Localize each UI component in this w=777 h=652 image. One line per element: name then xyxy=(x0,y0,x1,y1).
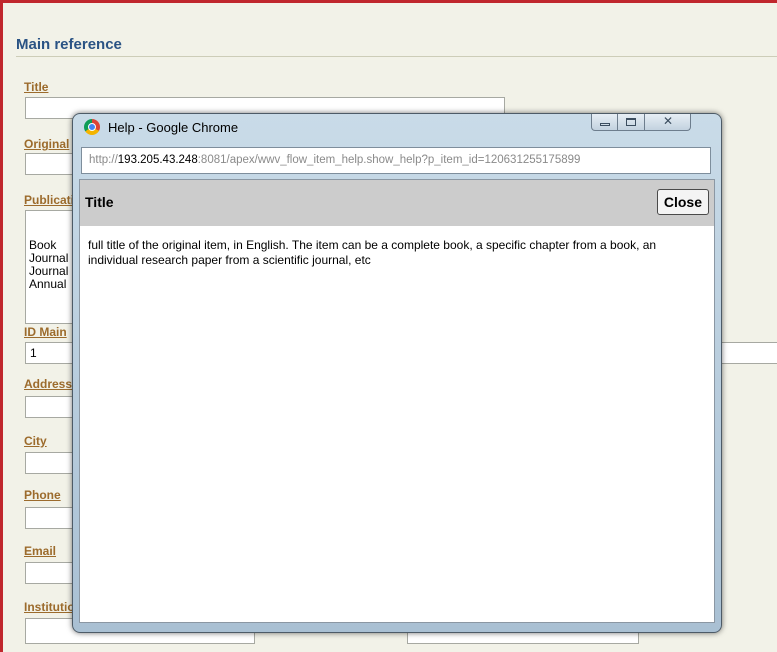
close-button[interactable]: Close xyxy=(656,189,709,215)
help-title: Title xyxy=(85,194,114,210)
title-label[interactable]: Title xyxy=(24,80,48,94)
help-header: Title Close xyxy=(80,180,714,226)
phone-label[interactable]: Phone xyxy=(24,488,61,502)
help-content: Title Close full title of the original i… xyxy=(79,179,715,623)
maximize-button[interactable] xyxy=(618,114,645,131)
window-controls: ✕ xyxy=(591,114,691,133)
minimize-button[interactable] xyxy=(591,114,618,131)
url-host: 193.205.43.248 xyxy=(117,154,198,166)
close-icon: ✕ xyxy=(663,114,674,128)
url-prefix: http:// xyxy=(89,154,118,166)
window-close-button[interactable]: ✕ xyxy=(645,114,691,131)
city-label[interactable]: City xyxy=(24,434,47,448)
section-title: Main reference xyxy=(16,36,122,53)
address-label[interactable]: Address xyxy=(24,377,72,391)
url-bar[interactable]: http://193.205.43.248:8081/apex/wwv_flow… xyxy=(81,147,711,174)
minimize-icon xyxy=(600,123,610,126)
chrome-logo-icon xyxy=(84,119,100,135)
window-title: Help - Google Chrome xyxy=(108,120,239,135)
maximize-icon xyxy=(626,118,636,126)
help-text: full title of the original item, in Engl… xyxy=(88,238,657,267)
original-label[interactable]: Original xyxy=(24,137,69,151)
id-main-label[interactable]: ID Main xyxy=(24,325,67,339)
section-divider xyxy=(16,56,777,57)
url-path: :8081/apex/wwv_flow_item_help.show_help?… xyxy=(197,154,581,166)
help-popup-window: Help - Google Chrome ✕ http://193.205.43… xyxy=(72,113,722,633)
email-label[interactable]: Email xyxy=(24,544,56,558)
